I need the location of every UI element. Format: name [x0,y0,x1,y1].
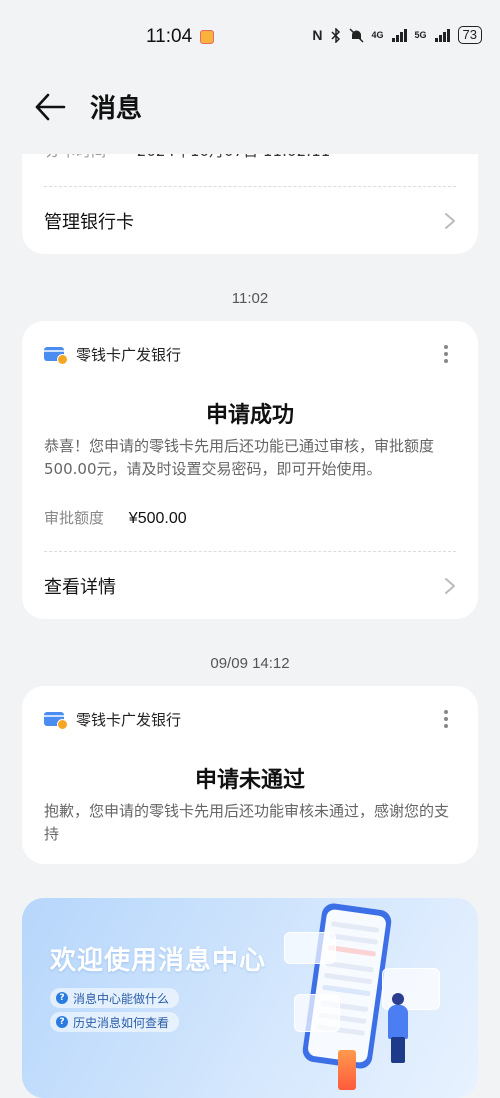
message-timestamp: 09/09 14:12 [210,655,290,672]
question-icon: ? [56,992,68,1004]
notification-app-icon [200,30,214,44]
status-time: 11:04 [146,26,193,47]
page-title: 消息 [90,94,143,124]
mute-bell-icon [348,27,364,43]
bank-card-icon [44,347,68,365]
approved-amount-value: ¥500.00 [128,510,187,527]
help-pill-history[interactable]: ? 历史消息如何查看 [50,1012,180,1032]
divider [44,551,456,552]
message-center-banner[interactable]: 欢迎使用消息中心 ? 消息中心能做什么 ? 历史消息如何查看 [22,898,478,1098]
floating-card-illustration [294,994,340,1032]
floating-card-illustration [284,932,336,964]
message-title: 申请未通过 [194,768,305,793]
help-pill-what[interactable]: ? 消息中心能做什么 [50,988,180,1008]
network-4g-label: 4G [371,29,384,40]
manage-bank-card-link[interactable]: 管理银行卡 [22,190,478,250]
chevron-right-icon [445,578,455,594]
approved-amount-row: 审批额度 ¥500.00 [44,507,187,528]
message-card-success: 零钱卡广发银行 申请成功 恭喜！您申请的零钱卡先用后还功能已通过审核，审批额度5… [22,321,478,619]
chevron-right-icon [445,213,455,229]
page-header: 消息 [0,70,500,154]
signal-icon [391,28,407,42]
sender-name: 零钱卡广发银行 [76,345,182,364]
bluetooth-icon [330,27,340,43]
message-title: 申请成功 [205,403,294,428]
message-timestamp: 11:02 [231,290,269,307]
divider [44,186,456,187]
help-pill-what-label: 消息中心能做什么 [73,991,170,1006]
sender-name: 零钱卡广发银行 [76,710,182,729]
manage-bank-card-label: 管理银行卡 [44,212,134,233]
back-arrow-icon[interactable] [34,90,68,124]
network-5g-label: 5G [414,29,427,40]
more-vertical-icon[interactable] [444,345,448,363]
sender-row: 零钱卡广发银行 [44,343,181,365]
banner-title: 欢迎使用消息中心 [50,946,267,976]
help-pill-history-label: 历史消息如何查看 [73,1015,170,1030]
status-bar: 11:04 N 4G 5G 73 [0,0,500,70]
battery-indicator: 73 [457,26,482,44]
glow-illustration [338,1050,356,1090]
nfc-icon: N [312,27,323,43]
more-vertical-icon[interactable] [444,710,448,728]
status-icons: N 4G 5G 73 [312,26,482,44]
question-icon: ? [56,1016,68,1028]
signal-icon-2 [434,28,450,42]
approved-amount-label: 审批额度 [44,509,105,527]
phone-illustration [301,901,393,1071]
view-details-label: 查看详情 [44,577,116,598]
message-body: 恭喜！您申请的零钱卡先用后还功能已通过审核，审批额度500.00元，请及时设置交… [44,437,435,478]
message-body: 抱歉，您申请的零钱卡先用后还功能审核未通过，感谢您的支持 [44,802,450,843]
message-card-rejected: 零钱卡广发银行 申请未通过 抱歉，您申请的零钱卡先用后还功能审核未通过，感谢您的… [22,686,478,864]
person-illustration [384,993,414,1063]
view-details-link[interactable]: 查看详情 [22,555,478,615]
bank-card-icon [44,712,68,730]
sender-row: 零钱卡广发银行 [44,708,181,730]
